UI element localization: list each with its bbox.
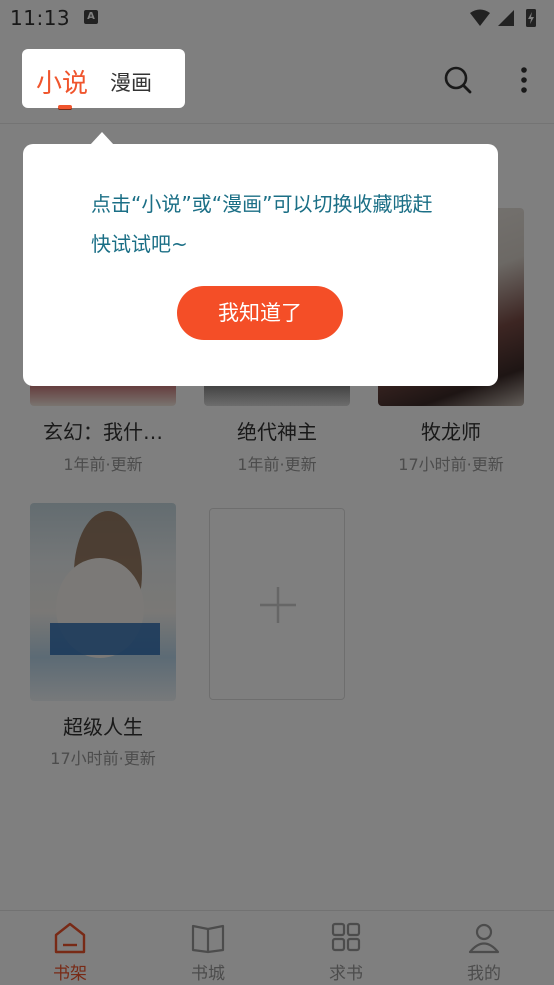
guide-popup: 点击“小说”或“漫画”可以切换收藏哦赶快试试吧~ 我知道了 [23, 144, 498, 386]
tab-comic-highlight[interactable]: 漫画 [110, 67, 152, 97]
guide-message: 点击“小说”或“漫画”可以切换收藏哦赶快试试吧~ [91, 192, 433, 256]
tab-indicator [58, 105, 72, 109]
tab-novel-highlight[interactable]: 小说 [36, 63, 88, 100]
got-it-button[interactable]: 我知道了 [177, 286, 343, 340]
tab-switch-highlight[interactable]: 小说 漫画 [22, 49, 185, 109]
